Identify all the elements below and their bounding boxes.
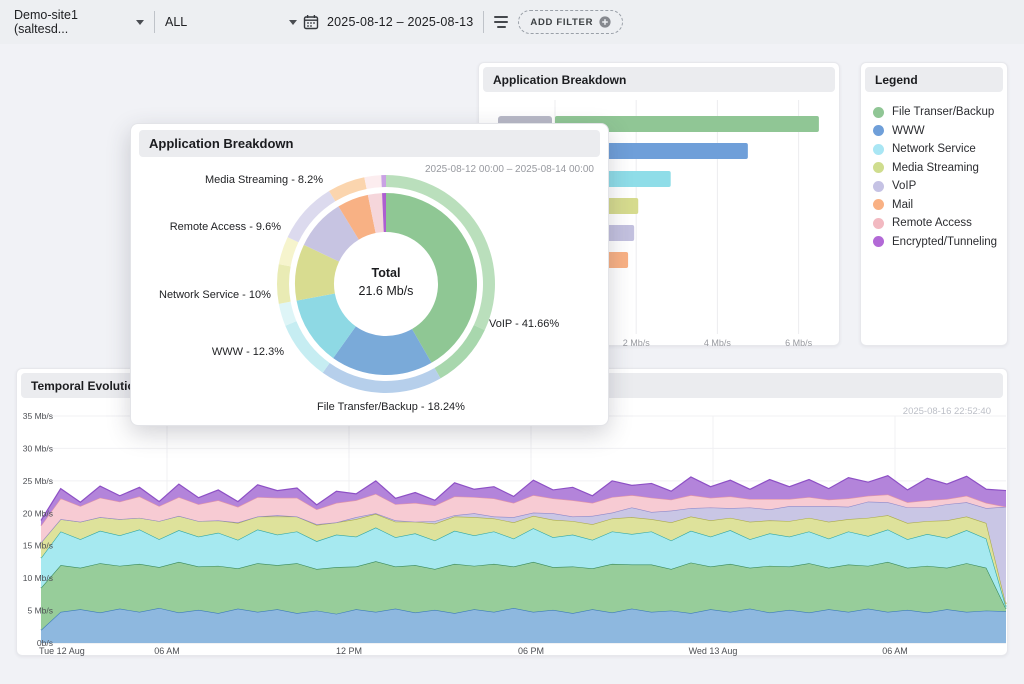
svg-text:20 Mb/s: 20 Mb/s (23, 508, 53, 518)
donut-outer-segment-6[interactable] (279, 237, 299, 266)
legend-item-label: Network Service (892, 143, 976, 155)
donut-label-VoIP: VoIP - 41.66% (489, 318, 559, 330)
panel-title: Application Breakdown (493, 73, 626, 87)
legend-color-dot (873, 181, 884, 192)
filter-lines-icon[interactable] (494, 16, 508, 28)
area-series-WWW[interactable] (41, 608, 1006, 643)
top-toolbar: Demo-site1 (saltesd... ALL 2025-08-12 – … (0, 0, 1024, 44)
donut-total-value: 21.6 Mb/s (326, 282, 446, 300)
date-range-value[interactable]: 2025-08-12 – 2025-08-13 (327, 15, 473, 29)
donut-outer-segment-9[interactable] (364, 175, 382, 189)
svg-text:06 AM: 06 AM (882, 646, 908, 656)
legend-item-label: Encrypted/Tunneling (892, 236, 997, 248)
legend-color-dot (873, 199, 884, 210)
legend-item-label: File Transer/Backup (892, 106, 994, 118)
donut-label-Remote Access: Remote Access - 9.6% (156, 221, 281, 233)
scope-select-value: ALL (165, 15, 187, 29)
site-select[interactable]: Demo-site1 (saltesd... (14, 8, 144, 36)
toolbar-divider (483, 11, 484, 33)
panel-title: Temporal Evolution (31, 379, 142, 393)
svg-text:4 Mb/s: 4 Mb/s (704, 338, 732, 348)
svg-text:12 PM: 12 PM (336, 646, 362, 656)
svg-text:35 Mb/s: 35 Mb/s (23, 411, 53, 421)
chart-timestamp: 2025-08-16 22:52:40 (903, 406, 991, 417)
legend-item-label: WWW (892, 125, 925, 137)
application-breakdown-popup: Application Breakdown 2025-08-12 00:00 –… (130, 123, 609, 426)
legend-item[interactable]: WWW (873, 125, 1007, 137)
legend-item-label: VoIP (892, 180, 916, 192)
chevron-down-icon (289, 20, 297, 25)
legend-color-dot (873, 107, 884, 118)
legend-item[interactable]: File Transer/Backup (873, 106, 1007, 118)
legend-item[interactable]: Mail (873, 199, 1007, 211)
popup-header[interactable]: Application Breakdown (139, 130, 600, 157)
svg-text:10 Mb/s: 10 Mb/s (23, 573, 53, 583)
panel-header: Application Breakdown (483, 67, 835, 92)
panel-header: Legend (865, 67, 1003, 92)
legend-panel: Legend File Transer/Backup WWW Network Ser… (860, 62, 1008, 346)
legend-color-dot (873, 144, 884, 155)
legend-item[interactable]: Encrypted/Tunneling (873, 236, 1007, 248)
legend-color-dot (873, 236, 884, 247)
toolbar-divider (154, 11, 155, 33)
legend-item[interactable]: Media Streaming (873, 162, 1007, 174)
legend-color-dot (873, 125, 884, 136)
legend-item-label: Mail (892, 199, 913, 211)
legend-item[interactable]: Remote Access (873, 217, 1007, 229)
donut-label-WWW: WWW - 12.3% (191, 346, 284, 358)
svg-text:5 Mb/s: 5 Mb/s (27, 606, 53, 616)
scope-select[interactable]: ALL (165, 15, 297, 29)
panel-title: Legend (875, 73, 918, 87)
add-filter-label: ADD FILTER (530, 17, 593, 28)
donut-label-Media Streaming: Media Streaming - 8.2% (171, 174, 323, 186)
donut-label-Network Service: Network Service - 10% (159, 289, 267, 301)
popup-title: Application Breakdown (149, 136, 293, 151)
svg-text:Tue 12 Aug: Tue 12 Aug (39, 646, 85, 656)
donut-outer-segment-10[interactable] (381, 175, 386, 187)
calendar-icon[interactable] (303, 14, 319, 30)
donut-total-label: Total (326, 264, 446, 282)
temporal-evolution-area-chart[interactable]: 0b/s5 Mb/s10 Mb/s15 Mb/s20 Mb/s25 Mb/s30… (17, 402, 1007, 660)
svg-text:30 Mb/s: 30 Mb/s (23, 443, 53, 453)
svg-text:06 PM: 06 PM (518, 646, 544, 656)
donut-outer-segment-4[interactable] (279, 302, 297, 326)
donut-label-File Transfer/Backup: File Transfer/Backup - 18.24% (317, 401, 465, 413)
chevron-down-icon (136, 20, 144, 25)
legend-items: File Transer/Backup WWW Network Service Med… (861, 96, 1007, 248)
donut-center-total: Total 21.6 Mb/s (326, 264, 446, 300)
svg-text:Wed 13 Aug: Wed 13 Aug (689, 646, 738, 656)
svg-text:6 Mb/s: 6 Mb/s (785, 338, 813, 348)
add-filter-button[interactable]: ADD FILTER (518, 10, 623, 34)
legend-item[interactable]: Network Service (873, 143, 1007, 155)
legend-color-dot (873, 218, 884, 229)
svg-text:25 Mb/s: 25 Mb/s (23, 476, 53, 486)
legend-item-label: Remote Access (892, 217, 972, 229)
site-select-value: Demo-site1 (saltesd... (14, 8, 128, 36)
svg-text:06 AM: 06 AM (154, 646, 180, 656)
svg-text:2 Mb/s: 2 Mb/s (623, 338, 651, 348)
svg-text:15 Mb/s: 15 Mb/s (23, 541, 53, 551)
plus-circle-icon (599, 16, 611, 28)
legend-item-label: Media Streaming (892, 162, 979, 174)
legend-item[interactable]: VoIP (873, 180, 1007, 192)
legend-color-dot (873, 162, 884, 173)
donut-outer-segment-5[interactable] (277, 264, 291, 304)
